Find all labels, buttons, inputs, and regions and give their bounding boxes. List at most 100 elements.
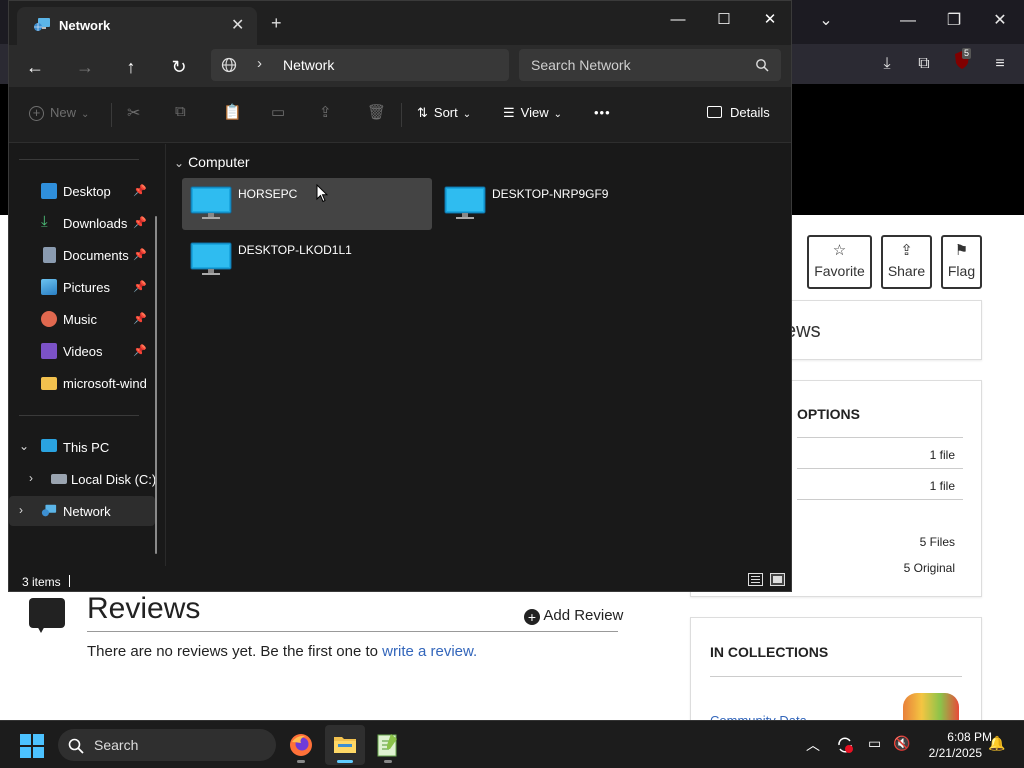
videos-icon — [41, 343, 57, 359]
sidebar-item-documents[interactable]: Documents 📌 — [9, 240, 155, 270]
pin-icon: 📌 — [133, 249, 147, 261]
close-button[interactable]: ✕ — [747, 5, 793, 35]
new-tab-button[interactable]: + — [271, 13, 282, 34]
computer-name: HORSEPC — [238, 187, 298, 201]
pin-icon: 📌 — [133, 345, 147, 357]
group-header-label: Computer — [188, 154, 250, 170]
details-label: Details — [730, 105, 770, 120]
downloads-icon[interactable]: ⤓ — [873, 50, 901, 78]
up-button[interactable]: ↑ — [117, 53, 145, 81]
pin-icon: 📌 — [133, 313, 147, 325]
sidebar-item-desktop[interactable]: Desktop 📌 — [9, 176, 155, 206]
sidebar-item-music[interactable]: Music 📌 — [9, 304, 155, 334]
search-input[interactable]: Search Network — [519, 49, 781, 81]
globe-icon — [221, 57, 237, 73]
new-button[interactable]: + New ⌄ — [29, 105, 89, 121]
ublock-extension-icon[interactable]: 5 — [948, 48, 976, 78]
sidebar-item-videos[interactable]: Videos 📌 — [9, 336, 155, 366]
share-icon[interactable]: ⇪ — [319, 103, 332, 121]
clock-date[interactable]: 2/21/2025 — [920, 746, 982, 760]
volume-muted-icon[interactable]: 🔇 — [893, 735, 910, 752]
cut-icon[interactable]: ✂ — [127, 103, 140, 123]
forward-button[interactable]: → — [71, 53, 99, 81]
display-icon[interactable]: ▭ — [868, 735, 881, 752]
sidebar-item-local-disk[interactable]: › Local Disk (C:) — [9, 464, 156, 494]
sidebar-item-this-pc[interactable]: ⌄ This PC — [9, 432, 155, 462]
breadcrumb[interactable]: Network — [283, 57, 334, 73]
sidebar-item-network[interactable]: › Network — [9, 496, 155, 526]
plus-circle-icon: + — [29, 106, 44, 121]
browser-minimize-button[interactable]: — — [888, 6, 928, 36]
paste-icon[interactable]: 📋 — [223, 103, 242, 121]
item-count: 3 items — [22, 575, 61, 589]
delete-icon[interactable]: 🗑 — [367, 103, 386, 121]
chevron-down-icon: ⌄ — [553, 109, 562, 120]
network-computer-item[interactable]: HORSEPC — [182, 178, 432, 230]
minimize-button[interactable]: — — [655, 5, 701, 35]
maximize-button[interactable]: ☐ — [701, 5, 747, 35]
share-icon: ⇪ — [900, 242, 913, 259]
clock-time[interactable]: 6:08 PM — [932, 730, 992, 744]
network-computer-item[interactable]: DESKTOP-NRP9GF9 — [436, 178, 686, 230]
collection-thumbnail[interactable] — [903, 693, 959, 723]
taskbar-search[interactable]: Search — [58, 729, 276, 761]
refresh-button[interactable]: ↻ — [165, 53, 193, 81]
flag-button[interactable]: ⚑ Flag — [941, 235, 982, 289]
pin-icon: 📌 — [133, 217, 147, 229]
notepad-taskbar-button[interactable] — [368, 725, 408, 765]
flag-label: Flag — [947, 263, 976, 279]
taskbar-search-label: Search — [94, 737, 139, 753]
chevron-right-icon: › — [29, 471, 33, 485]
status-bar: 3 items — [9, 567, 791, 591]
search-icon — [68, 738, 84, 754]
options-title: OPTIONS — [797, 406, 861, 422]
file-list: ⌄ Computer HORSEPC DESKTOP-NRP9GF9 DESKTO… — [166, 144, 791, 566]
notifications-bell-icon[interactable]: 🔔 — [988, 735, 1005, 752]
browser-restore-button[interactable]: ❐ — [934, 6, 974, 36]
sidebar-item-label: Downloads — [63, 216, 128, 231]
add-review-button[interactable]: + Add Review — [524, 607, 623, 625]
option-row-value: 1 file — [929, 448, 955, 462]
taskbar-indicator — [297, 760, 305, 763]
sidebar-item-downloads[interactable]: ⤓ Downloads 📌 — [9, 208, 155, 238]
details-button[interactable]: Details — [707, 105, 770, 120]
browser-close-button[interactable]: ✕ — [980, 6, 1020, 36]
group-header[interactable]: ⌄ Computer — [174, 154, 250, 170]
sync-alert-icon[interactable] — [836, 736, 854, 754]
large-icons-view-icon[interactable] — [770, 573, 785, 586]
rename-icon[interactable]: ▭ — [271, 103, 285, 121]
sidebar-item-label: Music — [63, 312, 97, 327]
write-review-link[interactable]: write a review. — [382, 643, 477, 660]
windows-start-icon[interactable] — [20, 734, 44, 758]
network-icon — [41, 504, 57, 517]
file-explorer-window: Network ✕ + — ☐ ✕ ← → ↑ ↻ › Network Sear… — [8, 0, 792, 592]
favorite-button[interactable]: ☆ Favorite — [807, 235, 872, 289]
extensions-icon[interactable]: ⧉ — [910, 50, 938, 78]
copy-icon[interactable]: ⧉ — [175, 103, 186, 120]
firefox-taskbar-button[interactable] — [281, 725, 321, 765]
sidebar-item-pictures[interactable]: Pictures 📌 — [9, 272, 155, 302]
details-view-icon[interactable] — [748, 573, 763, 586]
file-explorer-taskbar-button[interactable] — [325, 725, 365, 765]
back-button[interactable]: ← — [21, 53, 49, 81]
breadcrumb-chevron-icon: › — [257, 55, 262, 72]
network-computer-item[interactable]: DESKTOP-LKOD1L1 — [182, 234, 432, 286]
sidebar-item-label: Documents — [63, 248, 129, 263]
collections-panel: IN COLLECTIONS Community Data — [690, 617, 982, 728]
show-hidden-icons-icon[interactable]: ︿ — [806, 735, 820, 755]
list-tabs-icon[interactable]: ⌄ — [806, 6, 846, 36]
menu-icon[interactable]: ≡ — [986, 50, 1014, 78]
chevron-down-icon: ⌄ — [462, 109, 472, 120]
tab-network[interactable]: Network ✕ — [17, 7, 257, 45]
more-options-button[interactable]: ••• — [594, 105, 611, 120]
sidebar-item-label: Pictures — [63, 280, 110, 295]
address-bar[interactable]: › Network — [211, 49, 509, 81]
sort-button[interactable]: ⇅ Sort ⌄ — [417, 105, 471, 121]
close-tab-icon[interactable]: ✕ — [231, 15, 244, 35]
view-button[interactable]: ☰ View ⌄ — [503, 105, 562, 121]
star-icon: ☆ — [832, 242, 847, 259]
sidebar-scrollbar[interactable] — [155, 216, 157, 554]
sidebar-item-microsoft-windows[interactable]: microsoft-windows — [9, 368, 155, 398]
share-button[interactable]: ⇪ Share — [881, 235, 932, 289]
status-separator — [69, 575, 70, 587]
